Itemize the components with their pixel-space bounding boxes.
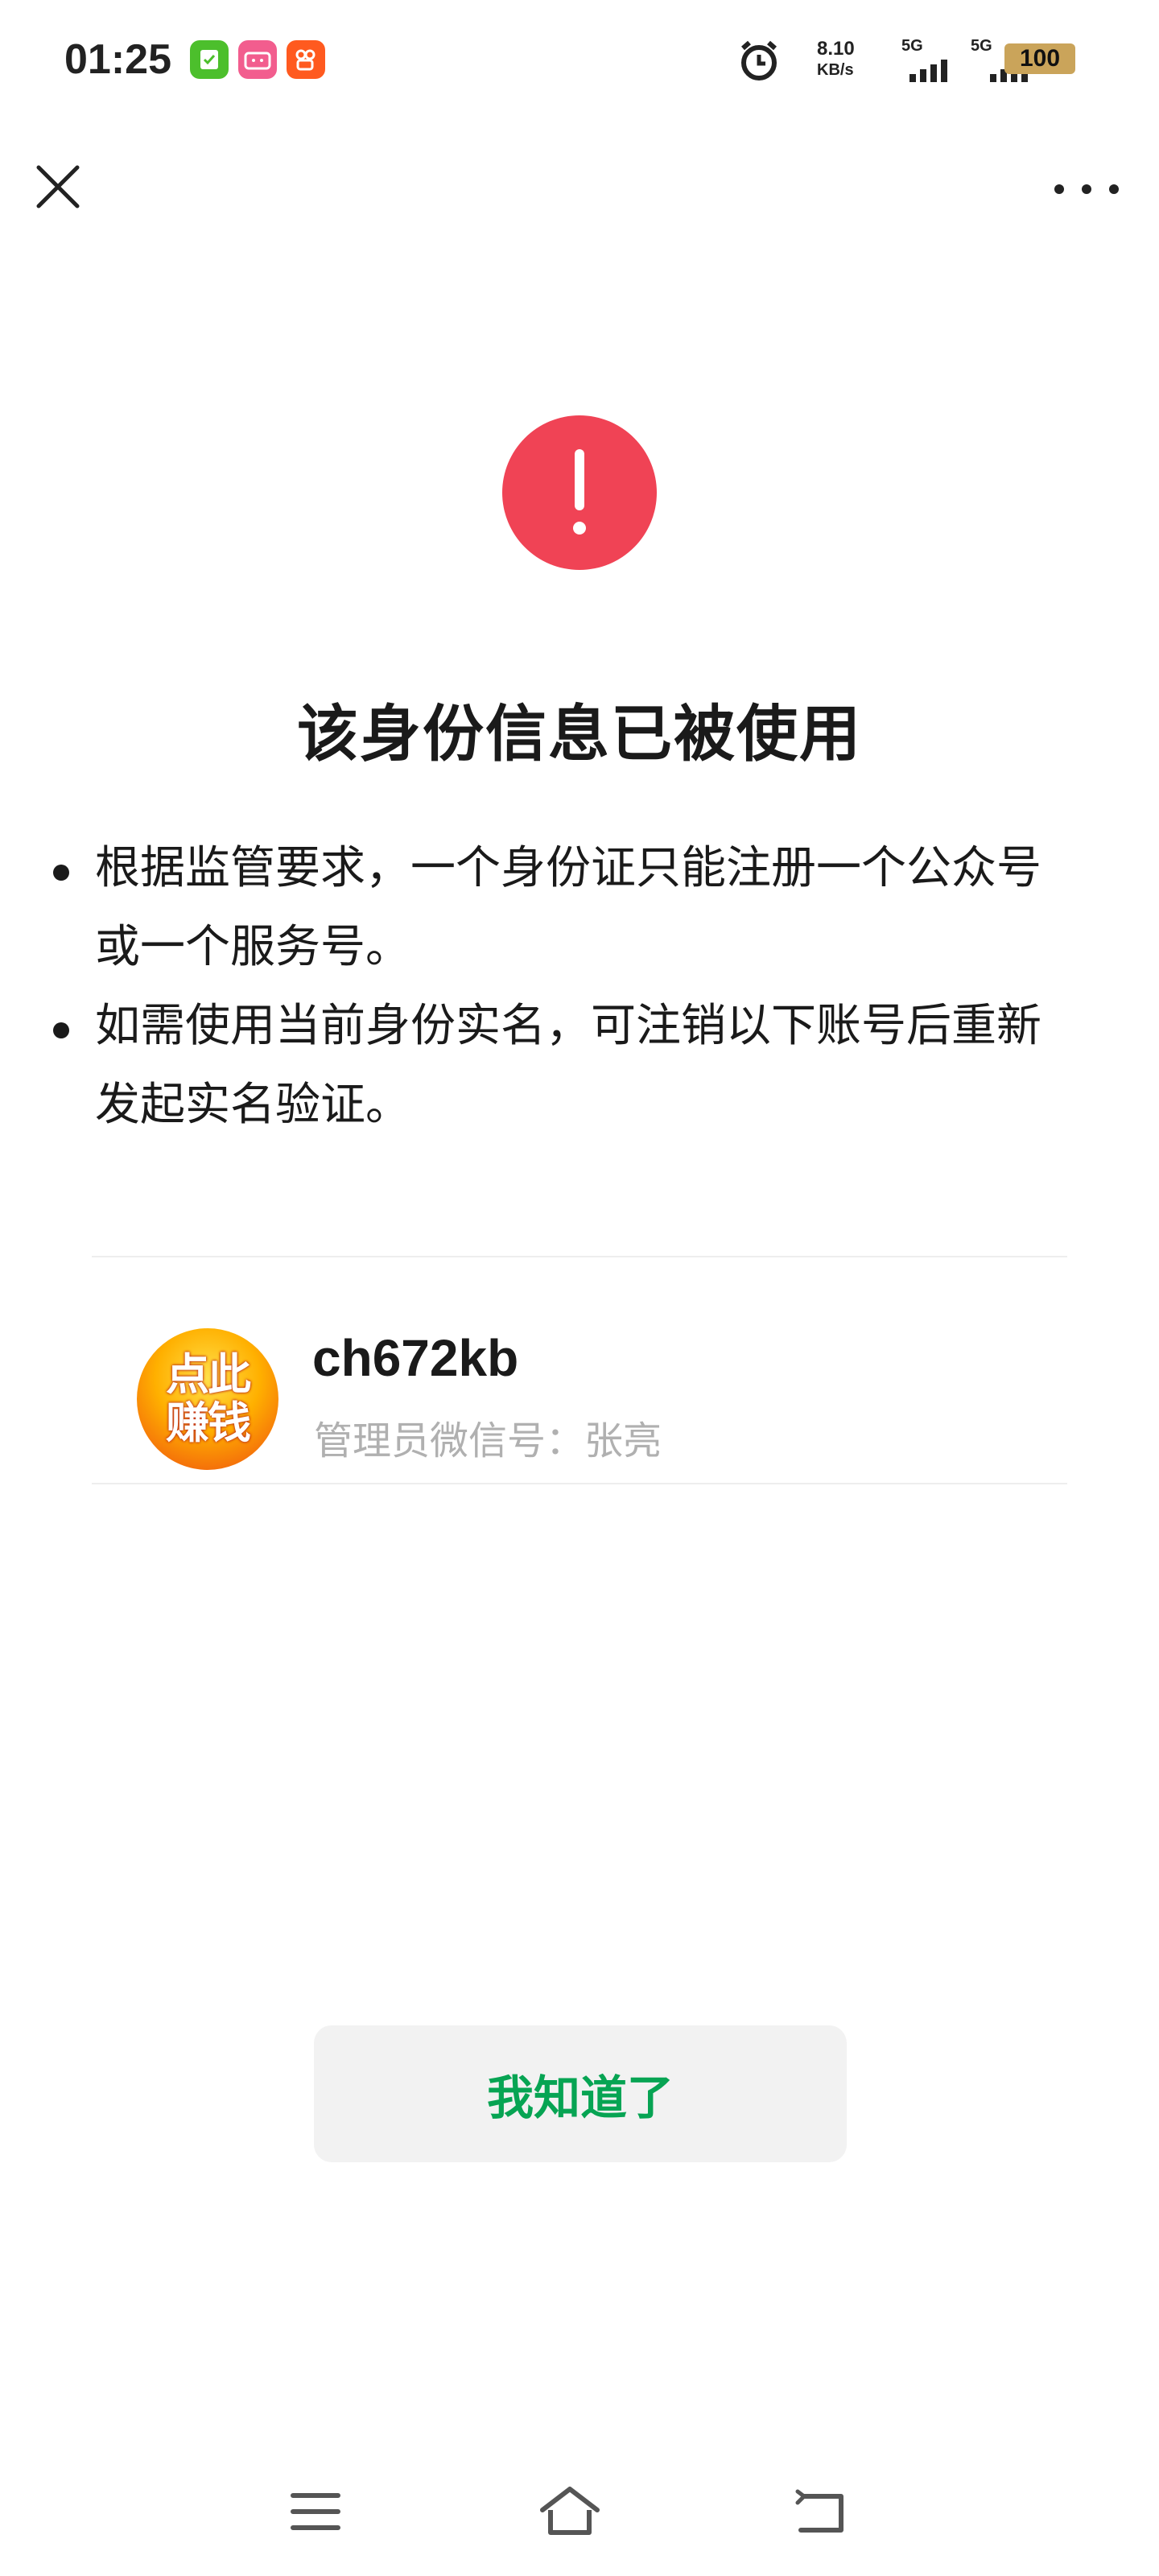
acknowledge-button[interactable]: 我知道了 bbox=[314, 2025, 847, 2162]
more-button[interactable] bbox=[1054, 169, 1119, 209]
divider bbox=[92, 1256, 1067, 1257]
close-icon bbox=[36, 165, 80, 208]
net-speed-value: 8.10 bbox=[817, 38, 855, 60]
menu-button[interactable] bbox=[283, 2479, 348, 2544]
menu-icon bbox=[291, 2493, 340, 2530]
account-name: ch672kb bbox=[312, 1329, 519, 1387]
battery-indicator: 100 bbox=[1004, 43, 1075, 74]
divider bbox=[92, 1483, 1067, 1484]
notice-text: 如需使用当前身份实名，可注销以下账号后重新发起实名验证。 bbox=[95, 1000, 1041, 1131]
sim1-label: 5G bbox=[901, 37, 923, 55]
back-icon bbox=[795, 2489, 843, 2533]
more-icon-dot bbox=[1054, 184, 1064, 194]
notice-text: 根据监管要求，一个身份证只能注册一个公众号或一个服务号。 bbox=[95, 842, 1041, 973]
exclamation-icon bbox=[573, 449, 586, 535]
more-icon-dot bbox=[1082, 184, 1091, 194]
more-icon-dot bbox=[1109, 184, 1119, 194]
net-speed: 8.10 KB/s bbox=[817, 39, 855, 80]
back-button[interactable] bbox=[789, 2479, 853, 2544]
status-bar: 01:25 8.10 KB/s 5G 5G 100 bbox=[0, 0, 1159, 121]
avatar-text: 点此 bbox=[166, 1349, 251, 1400]
page-title: 该身份信息已被使用 bbox=[297, 698, 862, 770]
bilibili-icon bbox=[238, 40, 277, 79]
notice-list: 根据监管要求，一个身份证只能注册一个公众号或一个服务号。 如需使用当前身份实名，… bbox=[48, 829, 1046, 1145]
bullet-icon bbox=[53, 1022, 69, 1038]
notice-item: 根据监管要求，一个身份证只能注册一个公众号或一个服务号。 bbox=[48, 829, 1046, 987]
signal-bars-1-icon bbox=[909, 58, 947, 82]
home-button[interactable] bbox=[538, 2479, 602, 2544]
warning-icon bbox=[502, 415, 657, 570]
avatar: 点此 赚钱 bbox=[137, 1328, 278, 1470]
kuaishou-icon bbox=[287, 40, 325, 79]
account-admin: 管理员微信号：张亮 bbox=[314, 1418, 662, 1463]
close-button[interactable] bbox=[32, 161, 84, 213]
status-time: 01:25 bbox=[64, 36, 171, 83]
avatar-text: 赚钱 bbox=[166, 1397, 251, 1448]
bullet-icon bbox=[53, 865, 69, 881]
sim2-label: 5G bbox=[971, 37, 992, 55]
status-indicators: 8.10 KB/s 5G 5G 100 bbox=[708, 32, 1159, 89]
check-app-icon bbox=[190, 40, 229, 79]
net-speed-unit: KB/s bbox=[817, 61, 854, 79]
home-icon bbox=[540, 2487, 600, 2535]
notice-item: 如需使用当前身份实名，可注销以下账号后重新发起实名验证。 bbox=[48, 987, 1046, 1145]
alarm-icon bbox=[736, 39, 782, 87]
